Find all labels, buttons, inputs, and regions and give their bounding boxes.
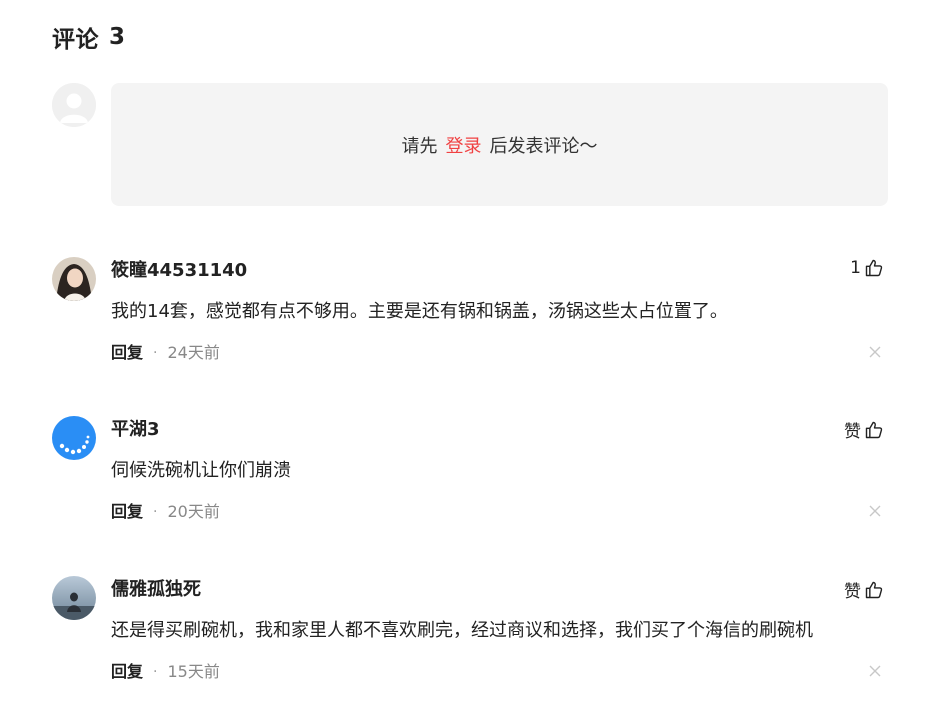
comment-text: 我的14套，感觉都有点不够用。主要是还有锅和锅盖，汤锅这些太占位置了。 [111, 301, 728, 322]
like-label: 赞 [844, 422, 861, 442]
comment-text: 伺候洗碗机让你们崩溃 [111, 460, 291, 481]
comment-username[interactable]: 筱瞳44531140 [111, 259, 247, 283]
thumbs-up-icon [865, 421, 883, 438]
close-icon[interactable] [868, 345, 882, 359]
avatar[interactable] [52, 416, 96, 460]
comment-text: 还是得买刷碗机，我和家里人都不喜欢刷完，经过商议和选择，我们买了个海信的刷碗机 [111, 620, 813, 641]
like-button[interactable]: 赞 [844, 417, 884, 442]
login-prompt-before: 请先 [401, 135, 438, 157]
comment-time: 20天前 [167, 502, 220, 521]
comment-meta: 回复 · 20天前 [111, 501, 220, 523]
avatar[interactable] [52, 257, 96, 301]
like-button[interactable]: 1 [850, 258, 884, 278]
reply-button[interactable]: 回复 [111, 342, 143, 364]
comment-item: 筱瞳44531140 1 我的14套，感觉都有点不够用。主要是还有锅和锅盖，汤锅… [52, 257, 888, 367]
comment-title: 评论 [52, 27, 99, 53]
comment-time: 24天前 [167, 343, 220, 362]
login-prompt-row: 请先 登录 后发表评论～ [52, 83, 888, 206]
login-prompt-box[interactable]: 请先 登录 后发表评论～ [111, 83, 888, 206]
avatar[interactable] [52, 576, 96, 620]
reply-button[interactable]: 回复 [111, 501, 143, 523]
like-button[interactable]: 赞 [844, 577, 884, 602]
placeholder-avatar [52, 83, 96, 127]
login-link[interactable]: 登录 [446, 132, 482, 158]
comment-item: 平湖3 赞 伺候洗碗机让你们崩溃 回复 · 20天前 [52, 416, 888, 526]
user-silhouette-icon [52, 83, 96, 127]
comment-meta: 回复 · 24天前 [111, 342, 220, 364]
thumbs-up-icon [865, 581, 883, 598]
meta-separator: · [153, 504, 158, 520]
meta-separator: · [153, 345, 158, 361]
comment-meta: 回复 · 15天前 [111, 661, 220, 683]
like-count: 1 [850, 258, 861, 278]
reply-button[interactable]: 回复 [111, 661, 143, 683]
comment-header: 评论 3 [52, 20, 126, 54]
close-icon[interactable] [868, 664, 882, 678]
comment-time: 15天前 [167, 662, 220, 681]
comment-username[interactable]: 儒雅孤独死 [111, 578, 201, 602]
close-icon[interactable] [868, 504, 882, 518]
comment-item: 儒雅孤独死 赞 还是得买刷碗机，我和家里人都不喜欢刷完，经过商议和选择，我们买了… [52, 576, 888, 686]
comment-username[interactable]: 平湖3 [111, 418, 160, 442]
like-label: 赞 [844, 582, 861, 602]
thumbs-up-icon [865, 259, 883, 277]
login-prompt-after: 后发表评论～ [489, 135, 598, 157]
meta-separator: · [153, 664, 158, 680]
comment-count: 3 [109, 24, 126, 50]
